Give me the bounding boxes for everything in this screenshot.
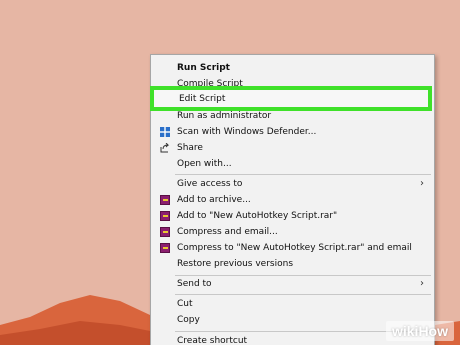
- winrar-icon: [160, 227, 170, 237]
- windows-defender-icon: [160, 127, 170, 137]
- menu-item-label: Add to "New AutoHotkey Script.rar": [177, 211, 338, 221]
- menu-item-run-script[interactable]: Run Script: [151, 60, 434, 76]
- menu-item-label: Compress to "New AutoHotkey Script.rar" …: [177, 243, 412, 253]
- desktop-background: Run Script Compile Script Run as adminis…: [0, 0, 460, 345]
- menu-item-restore-previous-versions[interactable]: Restore previous versions: [151, 256, 434, 272]
- menu-item-send-to[interactable]: Send to ›: [151, 276, 434, 292]
- menu-item-label: Scan with Windows Defender...: [177, 127, 317, 137]
- share-icon: [160, 142, 170, 153]
- menu-item-label: Give access to: [177, 179, 243, 189]
- menu-item-share[interactable]: Share: [151, 140, 434, 156]
- menu-separator: [175, 294, 431, 295]
- menu-item-label: Compress and email...: [177, 227, 278, 237]
- menu-item-label: Run Script: [177, 63, 230, 73]
- menu-item-compress-and-email[interactable]: Compress and email...: [151, 224, 434, 240]
- menu-item-label: Edit Script: [179, 94, 226, 104]
- winrar-icon: [160, 195, 170, 205]
- menu-item-add-to-rar[interactable]: Add to "New AutoHotkey Script.rar": [151, 208, 434, 224]
- menu-item-label: Restore previous versions: [177, 259, 294, 269]
- menu-item-label: Cut: [177, 299, 193, 309]
- wikihow-watermark: wikiHow: [385, 321, 454, 341]
- menu-item-label: Send to: [177, 279, 212, 289]
- menu-item-open-with[interactable]: Open with...: [151, 156, 434, 172]
- menu-separator: [175, 174, 431, 175]
- menu-item-edit-script[interactable]: Edit Script: [150, 86, 432, 111]
- menu-item-label: Open with...: [177, 159, 232, 169]
- menu-item-add-to-archive[interactable]: Add to archive...: [151, 192, 434, 208]
- menu-item-label: Add to archive...: [177, 195, 251, 205]
- winrar-icon: [160, 243, 170, 253]
- menu-item-label: Share: [177, 143, 203, 153]
- menu-item-label: Copy: [177, 315, 200, 325]
- chevron-right-icon: ›: [420, 178, 424, 189]
- chevron-right-icon: ›: [420, 278, 424, 289]
- menu-item-give-access[interactable]: Give access to ›: [151, 176, 434, 192]
- menu-item-cut[interactable]: Cut: [151, 296, 434, 312]
- winrar-icon: [160, 211, 170, 221]
- menu-item-scan-defender[interactable]: Scan with Windows Defender...: [151, 124, 434, 140]
- menu-item-compress-to-rar-and-email[interactable]: Compress to "New AutoHotkey Script.rar" …: [151, 240, 434, 256]
- menu-item-label: Create shortcut: [177, 336, 248, 345]
